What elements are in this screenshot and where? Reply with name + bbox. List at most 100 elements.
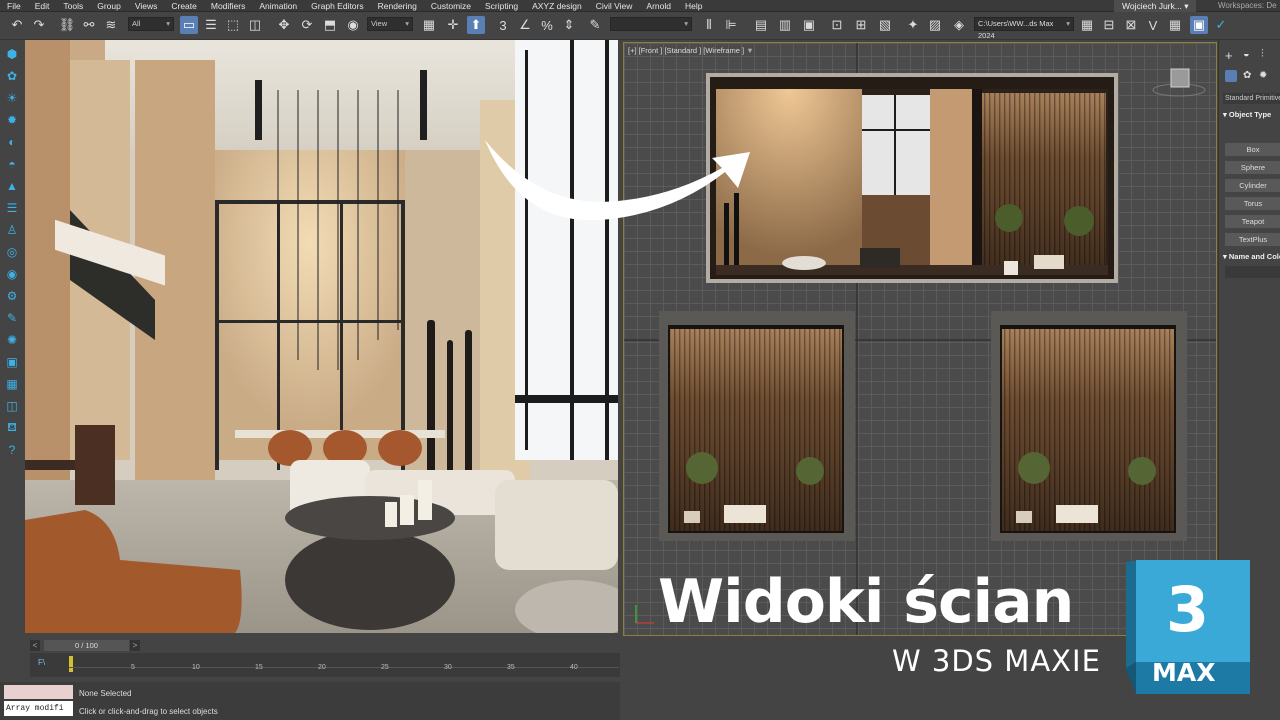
space-warps-icon[interactable]: ◓ (4, 156, 20, 172)
prev-frame-icon[interactable]: < (30, 640, 40, 651)
motion-icon[interactable]: ◎ (4, 244, 20, 260)
menu-tools[interactable]: Tools (56, 0, 90, 12)
snaps-toggle-icon[interactable]: 3 (494, 16, 512, 34)
cylinder-button[interactable]: Cylinder (1225, 179, 1280, 192)
create-shapes-icon[interactable]: ✿ (4, 68, 20, 84)
primitive-type-dropdown[interactable]: Standard Primitives (1223, 93, 1280, 104)
time-cursor[interactable] (69, 656, 73, 672)
geometry-category-icon[interactable] (1225, 70, 1237, 82)
project-path-field[interactable]: C:\Users\WW...ds Max 2024 (974, 17, 1074, 40)
redo-icon[interactable]: ↷ (30, 16, 48, 34)
named-selection-sets-dropdown[interactable] (610, 17, 692, 31)
menu-edit[interactable]: Edit (28, 0, 57, 12)
scene-converter-icon[interactable]: ⊠ (1122, 16, 1140, 34)
pivot-center-icon[interactable]: ▦ (420, 16, 438, 34)
help-icon[interactable]: ? (4, 442, 20, 458)
maxscript-input[interactable]: Array modifi (4, 701, 73, 716)
camera-icon[interactable]: ✹ (4, 112, 20, 128)
link-icon[interactable]: ⛓ (58, 16, 76, 34)
object-name-input[interactable] (1225, 266, 1280, 278)
torus-button[interactable]: Torus (1225, 197, 1280, 210)
layer-explorer-icon[interactable]: ▥ (776, 16, 794, 34)
menu-civil-view[interactable]: Civil View (589, 0, 640, 12)
select-manipulate-icon[interactable]: ✛ (444, 16, 462, 34)
curve-editor-icon[interactable]: ⊡ (828, 16, 846, 34)
menu-views[interactable]: Views (128, 0, 165, 12)
menu-customize[interactable]: Customize (424, 0, 478, 12)
move-icon[interactable]: ✥ (275, 16, 293, 34)
arnold-render-icon[interactable]: ▦ (1166, 16, 1184, 34)
menu-graph-editors[interactable]: Graph Editors (304, 0, 370, 12)
menu-file[interactable]: File (0, 0, 28, 12)
check-icon[interactable]: ✓ (1212, 16, 1230, 34)
mirror-icon[interactable]: ⫴ (700, 16, 718, 34)
teapot-icon[interactable]: ⛾ (4, 420, 20, 436)
user-account-button[interactable]: Wojciech Jurk... ▾ (1114, 0, 1197, 12)
place-icon[interactable]: ◉ (344, 16, 362, 34)
helpers-icon[interactable]: ◐ (4, 134, 20, 150)
save-icon[interactable]: ▣ (1190, 16, 1208, 34)
render-production-icon[interactable]: ◈ (950, 16, 968, 34)
angle-snap-icon[interactable]: ∠ (516, 16, 534, 34)
hierarchy-icon[interactable]: ♙ (4, 222, 20, 238)
window-crossing-icon[interactable]: ◫ (246, 16, 264, 34)
select-by-name-icon[interactable]: ☰ (202, 16, 220, 34)
menu-modifiers[interactable]: Modifiers (204, 0, 252, 12)
ribbon-toggle-icon[interactable]: ▣ (800, 16, 818, 34)
viewport-layout-icon[interactable]: ▣ (4, 354, 20, 370)
asset-tracking-icon[interactable]: ⊟ (1100, 16, 1118, 34)
next-frame-icon[interactable]: > (130, 640, 140, 651)
undo-icon[interactable]: ↶ (8, 16, 26, 34)
menu-scripting[interactable]: Scripting (478, 0, 525, 12)
bind-space-warp-icon[interactable]: ≋ (102, 16, 120, 34)
object-type-header[interactable]: ▾ Object Type (1223, 110, 1271, 119)
vray-icon[interactable]: V (1144, 16, 1162, 34)
menu-create[interactable]: Create (164, 0, 204, 12)
rendered-frame-window-icon[interactable]: ▨ (926, 16, 944, 34)
textplus-button[interactable]: TextPlus (1225, 233, 1280, 246)
lights-icon[interactable]: ☀ (4, 90, 20, 106)
lightbulb-icon[interactable]: ✺ (4, 332, 20, 348)
material-editor-icon[interactable]: ▧ (876, 16, 894, 34)
rectangular-selection-icon[interactable]: ⬚ (224, 16, 242, 34)
menu-axyz-design[interactable]: AXYZ design (525, 0, 589, 12)
scale-icon[interactable]: ⬒ (321, 16, 339, 34)
camera-sequencer-icon[interactable]: ▦ (4, 376, 20, 392)
lights-category-icon[interactable]: ✹ (1259, 70, 1267, 81)
named-selection-icon[interactable]: ✎ (586, 16, 604, 34)
modify-tab-icon[interactable]: ◒ (1243, 48, 1250, 60)
hierarchy-tab-icon[interactable]: ⫶ (1261, 48, 1264, 61)
box-button[interactable]: Box (1225, 143, 1280, 156)
frame-display[interactable]: 0 / 100 (44, 640, 129, 651)
menu-rendering[interactable]: Rendering (371, 0, 424, 12)
selection-filter-dropdown[interactable]: All (128, 17, 174, 31)
shapes-category-icon[interactable]: ✿ (1243, 70, 1251, 81)
select-object-icon[interactable]: ▭ (180, 16, 198, 34)
rotate-icon[interactable]: ⟳ (298, 16, 316, 34)
display-icon[interactable]: ◉ (4, 266, 20, 282)
scene-explorer-icon[interactable]: ▤ (752, 16, 770, 34)
unlink-icon[interactable]: ⚯ (80, 16, 98, 34)
teapot-button[interactable]: Teapot (1225, 215, 1280, 228)
track-bar[interactable]: F\ 5 10 15 20 25 30 35 40 (30, 653, 620, 677)
menu-group[interactable]: Group (90, 0, 128, 12)
scene-list-icon[interactable]: ☰ (4, 200, 20, 216)
sphere-button[interactable]: Sphere (1225, 161, 1280, 174)
filter-icon[interactable]: F\ (38, 658, 45, 667)
percent-snap-icon[interactable]: % (538, 16, 556, 34)
menu-animation[interactable]: Animation (252, 0, 304, 12)
set-project-folder-icon[interactable]: ▦ (1078, 16, 1096, 34)
utilities-icon[interactable]: ⚙ (4, 288, 20, 304)
workspaces-label[interactable]: Workspaces: De (1218, 0, 1277, 12)
schematic-view-icon[interactable]: ⊞ (852, 16, 870, 34)
maxscript-listener-top[interactable] (4, 685, 73, 699)
name-color-header[interactable]: ▾ Name and Color (1223, 252, 1280, 261)
spinner-snap-icon[interactable]: ⇕ (560, 16, 578, 34)
create-geometry-icon[interactable]: ⬢ (4, 46, 20, 62)
reference-coordinate-dropdown[interactable]: View (367, 17, 413, 31)
menu-arnold[interactable]: Arnold (639, 0, 678, 12)
systems-icon[interactable]: ▲ (4, 178, 20, 194)
create-tab-icon[interactable]: + (1225, 48, 1233, 63)
keyboard-shortcut-override-icon[interactable]: ⬆ (467, 16, 485, 34)
time-slider[interactable]: < 0 / 100 > (30, 640, 620, 652)
